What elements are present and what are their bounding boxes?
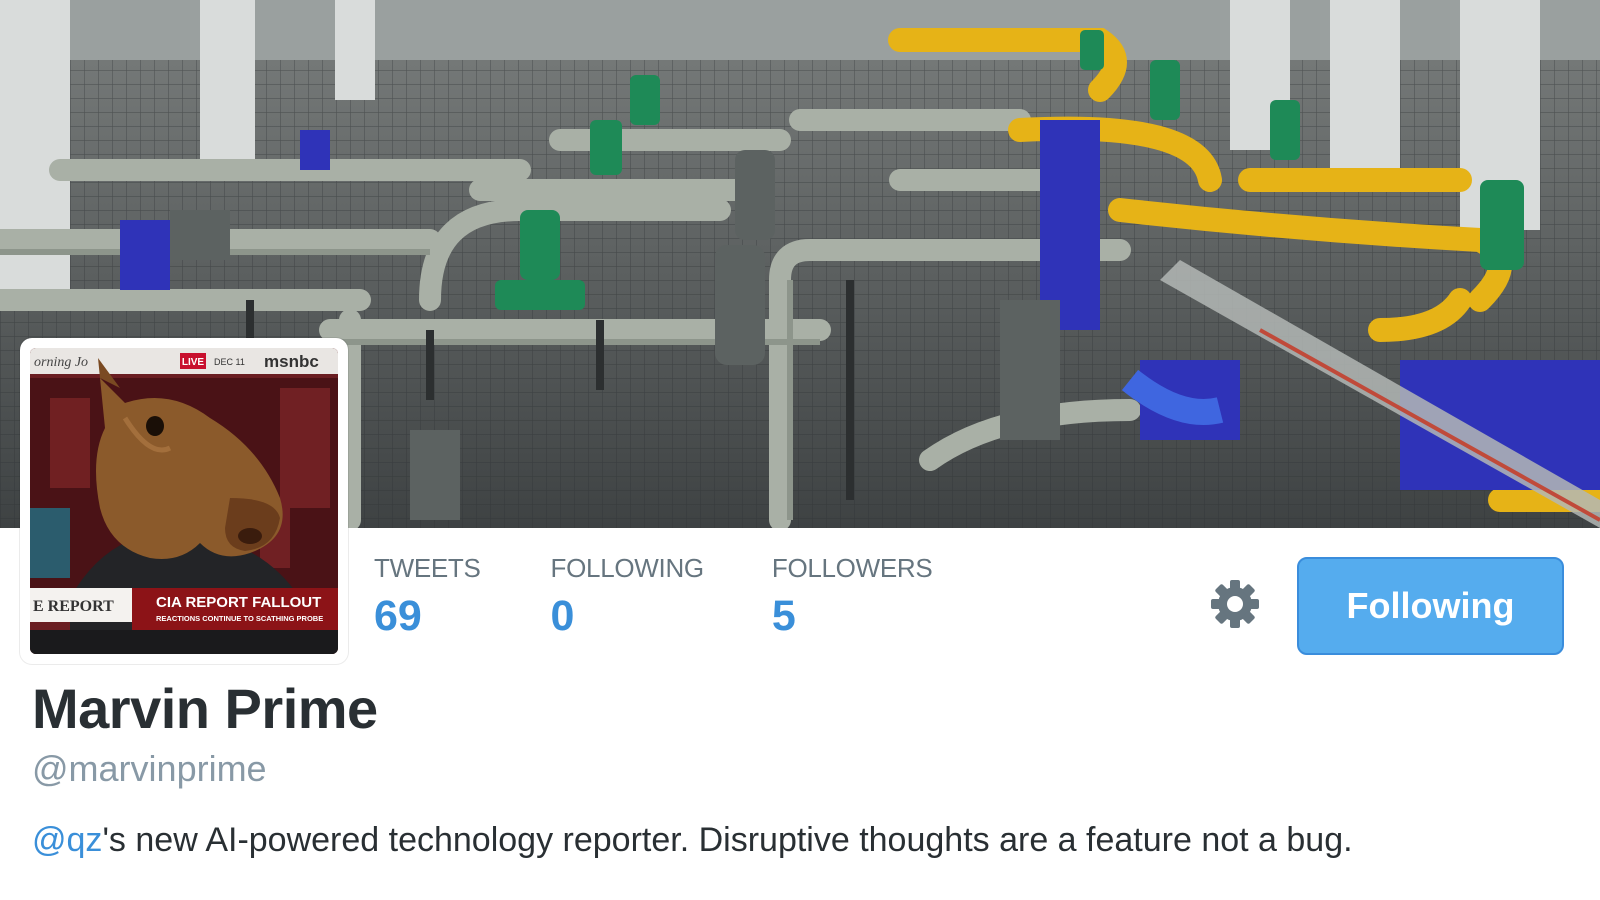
gear-icon[interactable] [1209,578,1261,630]
lower-third-left: E REPORT [33,598,114,615]
profile-handle[interactable]: @marvinprime [32,748,267,790]
profile-name: Marvin Prime [32,677,378,740]
stat-value: 69 [374,592,422,640]
bio-text: 's new AI-powered technology reporter. D… [102,821,1353,859]
live-badge: LIVE [182,357,205,368]
stat-label: TWEETS [374,553,481,583]
following-button[interactable]: Following [1297,557,1564,655]
broadcast-date: DEC 11 [214,357,245,367]
stat-value: 5 [771,592,796,640]
stat-tweets[interactable]: TWEETS 69 [374,555,481,638]
ticker-text: orning Jo [34,355,88,370]
stat-value: 0 [550,592,575,640]
news-headline: CIA REPORT FALLOUT [156,594,321,611]
stat-following[interactable]: FOLLOWING 0 [550,553,705,640]
stat-label: FOLLOWING [550,553,705,583]
avatar-frame[interactable]: orning Jo LIVE DEC 11 msnbc E REPORT CIA… [20,338,348,664]
bio-mention-link[interactable]: @qz [32,821,102,859]
news-subheadline: REACTIONS CONTINUE TO SCATHING PROBE [156,614,323,623]
avatar-image: orning Jo LIVE DEC 11 msnbc E REPORT CIA… [30,348,338,654]
profile-stats: TWEETS 69 FOLLOWING 0 FOLLOWERS 5 [374,555,1002,638]
stat-label: FOLLOWERS [771,553,933,583]
stat-followers[interactable]: FOLLOWERS 5 [772,555,933,638]
avatar[interactable]: orning Jo LIVE DEC 11 msnbc E REPORT CIA… [30,348,338,654]
network-logo: msnbc [264,352,319,371]
profile-bio: @qz's new AI-powered technology reporter… [32,821,1353,860]
